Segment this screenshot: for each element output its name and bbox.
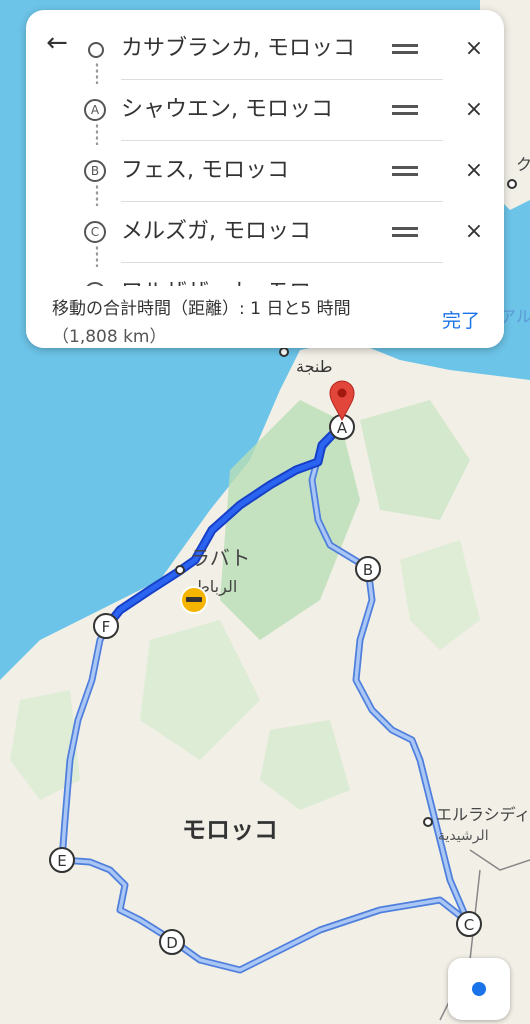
location-dot-icon [470, 980, 488, 998]
country-label: モロッコ [182, 816, 278, 844]
close-icon[interactable]: × [460, 95, 488, 125]
stop-label[interactable]: カサブランカ, モロッコ [121, 34, 386, 64]
stop-label[interactable]: シャウエン, モロッコ [121, 95, 386, 125]
divider [121, 140, 443, 141]
done-button[interactable]: 完了 [442, 306, 492, 333]
waypoint-label: D [166, 934, 178, 952]
errachidia-label: エルラシディ [436, 805, 530, 824]
waypoint-b-icon: B [84, 160, 106, 182]
waypoint-label: A [337, 419, 348, 437]
tangier-label: طنجة [296, 357, 332, 376]
close-icon[interactable]: × [460, 217, 488, 247]
map-edge-label: アル [500, 307, 530, 326]
errachidia-label-ar: الرشيدية [438, 828, 489, 844]
waypoint-marker-d[interactable]: D [159, 929, 185, 955]
drag-handle-icon[interactable] [392, 105, 418, 115]
waypoint-label: E [57, 852, 66, 870]
waypoint-marker-b[interactable]: B [355, 556, 381, 582]
rabat-dot[interactable] [175, 565, 185, 575]
directions-panel: ← カサブランカ, モロッコ × A シャウエン, モロッコ × B フェス, … [26, 10, 504, 348]
rabat-label: ラバト [190, 546, 250, 570]
waypoint-label: B [363, 561, 373, 579]
drag-handle-icon[interactable] [392, 44, 418, 54]
divider [121, 79, 443, 80]
waypoint-marker-c[interactable]: C [456, 911, 482, 937]
origin-circle-icon [88, 42, 104, 58]
my-location-button[interactable] [448, 958, 510, 1020]
waypoint-label: C [464, 916, 474, 934]
waypoint-a-icon: A [84, 99, 106, 121]
route-summary: 移動の合計時間（距離）: 1 日と5 時間 （1,808 km） 完了 [26, 286, 504, 348]
drag-handle-icon[interactable] [392, 166, 418, 176]
drag-handle-icon[interactable] [392, 227, 418, 237]
map-edge-label: ク [516, 155, 530, 174]
stop-label[interactable]: メルズガ, モロッコ [121, 217, 386, 247]
city-dot[interactable] [507, 179, 517, 189]
stop-label[interactable]: フェス, モロッコ [121, 156, 386, 186]
waypoint-c-icon: C [84, 221, 106, 243]
divider [121, 262, 443, 263]
divider [121, 201, 443, 202]
tangier-dot[interactable] [279, 347, 289, 357]
close-icon[interactable]: × [460, 156, 488, 186]
total-distance: （1,808 km） [52, 327, 167, 347]
close-icon[interactable]: × [460, 34, 488, 64]
total-travel-time: 移動の合計時間（距離）: 1 日と5 時間 [52, 299, 351, 319]
errachidia-dot[interactable] [423, 817, 433, 827]
incident-icon-bar [186, 597, 202, 602]
waypoint-label: F [102, 618, 111, 636]
waypoint-marker-f[interactable]: F [93, 613, 119, 639]
waypoint-marker-e[interactable]: E [49, 847, 75, 873]
